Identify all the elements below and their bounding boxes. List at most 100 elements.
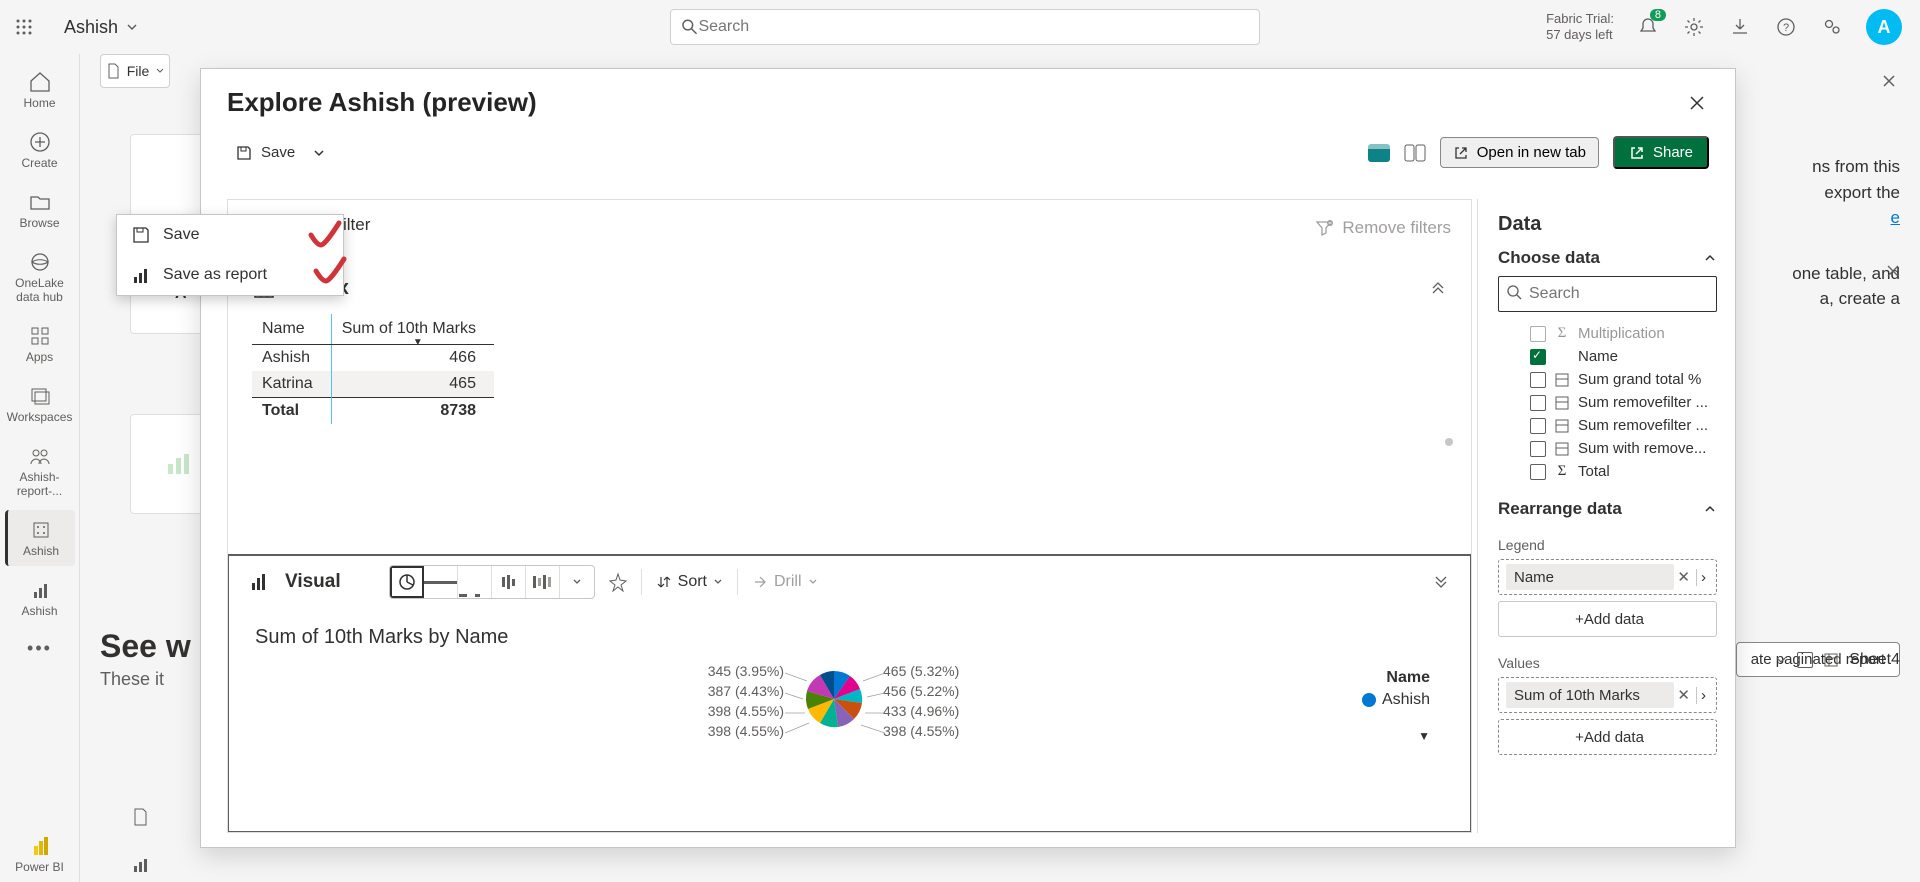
expand-icon[interactable]	[1432, 573, 1450, 591]
field-row: Sum removefilter ...	[1498, 414, 1717, 437]
notifications-icon[interactable]: 8	[1636, 15, 1660, 39]
rail-home[interactable]: Home	[5, 62, 75, 118]
field-row: Sum with remove...	[1498, 437, 1717, 460]
rearrange-section[interactable]: Rearrange data	[1498, 499, 1622, 519]
split-view-icon[interactable]	[1404, 144, 1426, 162]
measure-icon	[1554, 395, 1570, 411]
chart-thumbnail-icon	[166, 452, 194, 476]
save-icon	[235, 144, 253, 162]
remove-icon[interactable]: ✕	[1671, 568, 1696, 586]
viz-more-button[interactable]	[560, 566, 594, 598]
save-button[interactable]: Save	[227, 140, 333, 166]
viz-pie-icon[interactable]	[390, 566, 424, 598]
close-icon[interactable]	[1886, 264, 1900, 278]
data-pane-title: Data	[1498, 213, 1717, 236]
save-menu-save-as-report[interactable]: Save as report	[117, 255, 343, 295]
share-icon	[1629, 145, 1645, 161]
col-sum-header[interactable]: Sum of 10th Marks▼	[331, 314, 494, 345]
rail-more[interactable]: •••	[5, 630, 75, 667]
field-row: Name	[1498, 345, 1717, 368]
chevron-up-icon[interactable]	[1703, 502, 1717, 516]
file-icon	[130, 807, 150, 827]
rail-ashish-dataset[interactable]: Ashish	[5, 510, 75, 566]
rail-ashish-report[interactable]: Ashish-report-...	[5, 436, 75, 506]
sort-button[interactable]: Sort	[656, 573, 723, 591]
add-values-button[interactable]: +Add data	[1498, 719, 1717, 755]
chevron-right-icon[interactable]: ›	[1696, 569, 1710, 586]
add-legend-button[interactable]: +Add data	[1498, 601, 1717, 637]
download-icon[interactable]	[1728, 15, 1752, 39]
choose-data-section[interactable]: Choose data	[1498, 248, 1600, 268]
remove-icon[interactable]: ✕	[1671, 686, 1696, 704]
visual-section: Visual Sort	[228, 554, 1471, 832]
pie-chart[interactable]: 345 (3.95%) 387 (4.43%) 398 (4.55%) 398 …	[229, 655, 1470, 805]
global-search[interactable]	[670, 9, 1260, 45]
filter-label-fragment: ilter	[343, 215, 370, 235]
rail-create[interactable]: Create	[5, 122, 75, 178]
viz-clustered-column-icon[interactable]	[526, 566, 560, 598]
layout-toggle-icon[interactable]	[1368, 144, 1390, 162]
values-well-label: Values	[1498, 655, 1717, 671]
drill-button: Drill	[752, 573, 818, 591]
modal-title: Explore Ashish (preview)	[227, 87, 537, 118]
field-row: Sum removefilter ...	[1498, 391, 1717, 414]
field-row: ΣTotal	[1498, 460, 1717, 483]
data-pane: Data Choose data ΣMultiplication Name Su…	[1477, 199, 1735, 833]
rail-ashish-report2[interactable]: Ashish	[5, 570, 75, 626]
matrix-table[interactable]: Name Sum of 10th Marks▼ Ashish466 Katrin…	[252, 314, 494, 424]
rail-powerbi[interactable]: Power BI	[5, 834, 75, 874]
values-field-pill[interactable]: Sum of 10th Marks✕›	[1498, 677, 1717, 713]
chevron-right-icon[interactable]: ›	[1696, 687, 1710, 704]
checkbox[interactable]	[1797, 652, 1813, 668]
top-right-tools: Fabric Trial: 57 days left 8 ? A	[1546, 9, 1902, 45]
close-icon[interactable]	[1685, 91, 1709, 115]
rail-apps[interactable]: Apps	[5, 316, 75, 372]
help-icon[interactable]: ?	[1774, 15, 1798, 39]
explore-canvas: ilter Remove filters Matrix Name Sum of …	[227, 199, 1472, 833]
settings-icon[interactable]	[1682, 15, 1706, 39]
visual-type-switcher[interactable]	[389, 565, 595, 599]
trial-status[interactable]: Fabric Trial: 57 days left	[1546, 11, 1614, 42]
leader-lines	[785, 669, 885, 749]
chart-legend[interactable]: Name Ashish ▼	[1362, 669, 1430, 743]
remove-filters-button[interactable]: Remove filters	[1314, 218, 1451, 238]
viz-bar-horizontal-icon[interactable]	[424, 566, 458, 598]
data-search-input[interactable]	[1498, 276, 1717, 312]
collapse-icon[interactable]	[1429, 279, 1447, 297]
open-new-tab-button[interactable]: Open in new tab	[1440, 137, 1599, 168]
legend-field-pill[interactable]: Name✕›	[1498, 559, 1717, 595]
explore-modal: Explore Ashish (preview) Save Open in ne…	[200, 68, 1736, 848]
chevron-down-icon[interactable]	[126, 21, 138, 33]
chevron-down-icon[interactable]: ▼	[1362, 729, 1430, 743]
table-icon	[1823, 652, 1839, 668]
field-list[interactable]: ΣMultiplication Name Sum grand total % S…	[1498, 322, 1717, 483]
workspace-name[interactable]: Ashish	[64, 17, 118, 38]
report-icon	[130, 854, 150, 874]
chevron-down-icon	[1775, 654, 1787, 666]
chevron-down-icon[interactable]	[313, 147, 325, 159]
viz-column-icon[interactable]	[492, 566, 526, 598]
file-menu-button[interactable]: File	[100, 54, 170, 88]
sort-icon	[656, 574, 672, 590]
rail-workspaces[interactable]: Workspaces	[5, 376, 75, 432]
field-row: Sum grand total %	[1498, 368, 1717, 391]
col-name-header[interactable]: Name	[252, 314, 331, 345]
filter-clear-icon	[1314, 218, 1334, 238]
rail-browse[interactable]: Browse	[5, 182, 75, 238]
save-menu-save[interactable]: Save	[117, 215, 343, 255]
close-icon[interactable]	[1882, 74, 1900, 92]
chevron-up-icon[interactable]	[1703, 251, 1717, 265]
search-input[interactable]	[698, 18, 1249, 36]
rail-onelake[interactable]: OneLake data hub	[5, 242, 75, 312]
visual-title: Visual	[285, 571, 341, 593]
save-dropdown: Save Save as report	[116, 214, 344, 296]
app-launcher-icon[interactable]	[12, 15, 36, 39]
measure-icon	[1554, 418, 1570, 434]
sheet-item[interactable]: Sheet4	[1775, 651, 1900, 669]
avatar[interactable]: A	[1866, 9, 1902, 45]
viz-stacked-bar-icon[interactable]	[458, 566, 492, 598]
feedback-icon[interactable]	[1820, 15, 1844, 39]
legend-dot-icon	[1362, 693, 1376, 707]
ai-suggest-icon[interactable]	[609, 572, 627, 592]
share-button[interactable]: Share	[1613, 136, 1709, 169]
